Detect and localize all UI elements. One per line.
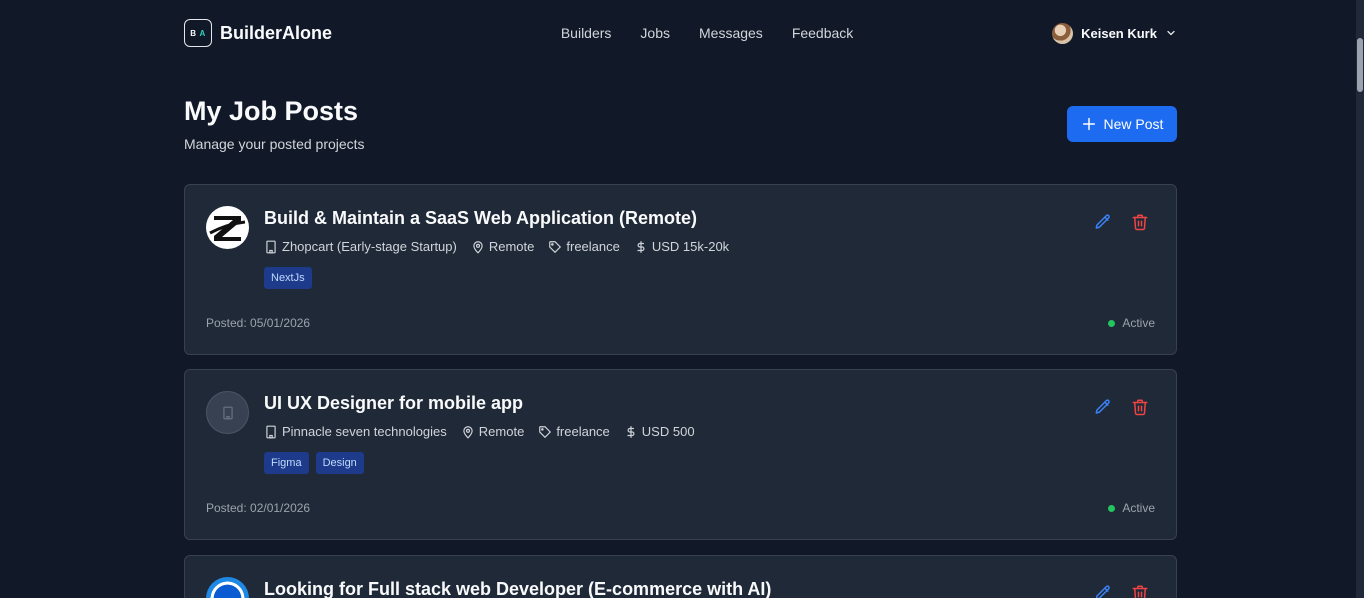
logo-letter-b: B	[190, 28, 197, 38]
plus-icon	[1082, 117, 1095, 131]
building-icon	[266, 240, 276, 253]
location-meta: Remote	[471, 239, 535, 254]
location-meta: Remote	[461, 424, 525, 439]
card-actions	[1094, 213, 1149, 231]
status-label: Active	[1122, 501, 1155, 515]
trash-icon[interactable]	[1131, 398, 1149, 416]
brand[interactable]: B A BuilderAlone	[184, 19, 332, 47]
type-meta: freelance	[548, 239, 620, 254]
job-budget: USD 15k-20k	[651, 239, 730, 254]
user-menu[interactable]: Keisen Kurk	[1052, 22, 1177, 44]
company-meta: Zhopcart (Early-stage Startup)	[264, 239, 457, 254]
job-type: freelance	[566, 239, 620, 254]
brand-logo: B A	[184, 19, 212, 47]
avatar	[1052, 22, 1074, 44]
logo-letter-a: A	[199, 28, 206, 38]
building-icon	[222, 406, 233, 419]
status-dot	[1108, 319, 1116, 327]
nav-builders[interactable]: Builders	[561, 25, 612, 41]
pencil-icon[interactable]	[1094, 398, 1112, 416]
job-title[interactable]: UI UX Designer for mobile app	[264, 393, 523, 414]
skill-tag: Design	[315, 452, 364, 474]
company-logo	[206, 206, 249, 249]
job-meta: Zhopcart (Early-stage Startup) Remote fr…	[264, 239, 729, 254]
budget-meta: USD 15k-20k	[634, 239, 729, 254]
page-subtitle: Manage your posted projects	[184, 136, 365, 152]
job-budget: USD 500	[641, 424, 695, 439]
skill-tags: Figma Design	[264, 452, 364, 474]
job-card[interactable]: UI UX Designer for mobile app Pinnacle s…	[184, 369, 1177, 540]
dollar-icon	[627, 425, 635, 438]
scrollbar[interactable]	[1356, 0, 1364, 598]
brand-name: BuilderAlone	[220, 22, 333, 43]
status-badge: Active	[1108, 501, 1155, 515]
scrollbar-thumb[interactable]	[1357, 38, 1363, 92]
main-nav: Builders Jobs Messages Feedback	[561, 25, 853, 41]
posted-date: Posted: 02/01/2026	[206, 501, 311, 515]
top-navbar: B A BuilderAlone Builders Jobs Messages …	[184, 0, 1177, 66]
user-name: Keisen Kurk	[1081, 25, 1157, 41]
company-logo	[206, 391, 249, 434]
status-dot	[1108, 504, 1116, 512]
job-type: freelance	[556, 424, 610, 439]
job-location: Remote	[488, 239, 535, 254]
building-icon	[266, 425, 276, 438]
posted-date: Posted: 05/01/2026	[206, 316, 311, 330]
skill-tag: NextJs	[264, 267, 312, 289]
job-meta: Pinnacle seven technologies Remote freel…	[264, 424, 695, 439]
job-title[interactable]: Build & Maintain a SaaS Web Application …	[264, 208, 697, 229]
new-post-label: New Post	[1103, 116, 1164, 132]
trash-icon[interactable]	[1131, 213, 1149, 231]
card-actions	[1094, 398, 1149, 416]
zhopcart-logo	[206, 206, 249, 249]
nav-feedback[interactable]: Feedback	[792, 25, 853, 41]
job-title[interactable]: Looking for Full stack web Developer (E-…	[264, 579, 771, 598]
company-name: Pinnacle seven technologies	[282, 424, 447, 439]
tag-icon	[549, 240, 562, 253]
map-pin-icon	[473, 240, 483, 254]
skill-tag: Figma	[264, 452, 309, 474]
map-pin-icon	[463, 425, 473, 439]
job-location: Remote	[478, 424, 525, 439]
company-meta: Pinnacle seven technologies	[264, 424, 447, 439]
new-post-button[interactable]: New Post	[1067, 106, 1177, 142]
nav-messages[interactable]: Messages	[699, 25, 763, 41]
company-name: Zhopcart (Early-stage Startup)	[282, 239, 457, 254]
card-actions	[1094, 584, 1149, 598]
chevron-down-icon	[1167, 30, 1175, 36]
status-label: Active	[1122, 316, 1155, 330]
nav-jobs[interactable]: Jobs	[640, 25, 670, 41]
status-badge: Active	[1108, 316, 1155, 330]
job-card[interactable]: Build & Maintain a SaaS Web Application …	[184, 184, 1177, 355]
pencil-icon[interactable]	[1094, 584, 1112, 598]
pencil-icon[interactable]	[1094, 213, 1112, 231]
type-meta: freelance	[538, 424, 610, 439]
dollar-icon	[637, 240, 645, 253]
job-card[interactable]: Looking for Full stack web Developer (E-…	[184, 555, 1177, 598]
tag-icon	[539, 425, 552, 438]
budget-meta: USD 500	[624, 424, 695, 439]
company-logo	[206, 577, 249, 598]
page-title: My Job Posts	[184, 96, 359, 126]
trash-icon[interactable]	[1131, 584, 1149, 598]
skill-tags: NextJs	[264, 267, 312, 289]
